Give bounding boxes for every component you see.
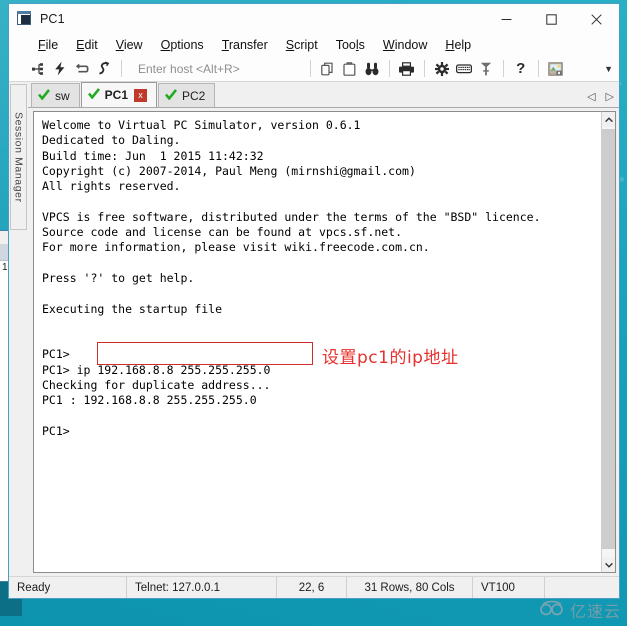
session-manager-sidebar: Session Manager bbox=[9, 82, 28, 576]
cloud-logo-icon bbox=[539, 599, 565, 622]
tab-pc1[interactable]: PC1 x bbox=[80, 82, 158, 107]
terminal-scrollbar[interactable] bbox=[601, 111, 616, 573]
settings-gear-icon[interactable] bbox=[431, 58, 453, 80]
annotation-highlight-box bbox=[97, 342, 313, 365]
session-manager-tab[interactable]: Session Manager bbox=[10, 84, 27, 230]
copy-icon[interactable] bbox=[317, 58, 339, 80]
scrollbar-track[interactable] bbox=[602, 127, 615, 557]
tab-label: PC1 bbox=[104, 88, 129, 102]
toolbar-separator bbox=[309, 60, 311, 77]
scroll-down-arrow-icon[interactable] bbox=[602, 557, 615, 572]
tab-label: PC2 bbox=[182, 88, 206, 103]
window-title: PC1 bbox=[40, 12, 65, 26]
terminal-container: Welcome to Virtual PC Simulator, version… bbox=[28, 108, 619, 576]
terminal-window-icon bbox=[17, 11, 33, 27]
terminal-output: Welcome to Virtual PC Simulator, version… bbox=[42, 118, 541, 438]
status-screen-size: 31 Rows, 80 Cols bbox=[347, 577, 473, 598]
keyboard-icon[interactable] bbox=[453, 58, 475, 80]
toolbar: Enter host <Alt+R> ? ▼ bbox=[9, 56, 619, 82]
tab-pc2[interactable]: PC2 bbox=[158, 83, 216, 107]
terminal-screen[interactable]: Welcome to Virtual PC Simulator, version… bbox=[33, 111, 601, 573]
new-session-icon[interactable] bbox=[27, 58, 49, 80]
status-filler bbox=[545, 577, 619, 598]
status-connection: Telnet: 127.0.0.1 bbox=[127, 577, 277, 598]
menu-item-transfer[interactable]: Transfer bbox=[213, 36, 277, 55]
watermark: 亿速云 bbox=[539, 598, 621, 622]
help-question-icon[interactable]: ? bbox=[510, 58, 532, 80]
tab-next-icon[interactable]: ▷ bbox=[606, 90, 614, 103]
tab-label: sw bbox=[55, 88, 70, 103]
toolbar-separator bbox=[388, 60, 390, 77]
print-icon[interactable] bbox=[396, 58, 418, 80]
status-bar: Ready Telnet: 127.0.0.1 22, 6 31 Rows, 8… bbox=[9, 576, 619, 598]
connected-check-icon bbox=[38, 88, 51, 103]
scroll-up-arrow-icon[interactable] bbox=[602, 112, 615, 127]
watermark-text: 亿速云 bbox=[569, 602, 621, 621]
disconnect-icon[interactable] bbox=[93, 58, 115, 80]
minimize-icon[interactable] bbox=[484, 4, 529, 34]
close-icon[interactable] bbox=[574, 4, 619, 34]
annotation-label: 设置pc1的ip地址 bbox=[322, 348, 459, 368]
tab-prev-icon[interactable]: ◁ bbox=[587, 90, 595, 103]
menu-item-window[interactable]: Window bbox=[374, 36, 436, 55]
menu-item-tools[interactable]: Tools bbox=[327, 36, 374, 55]
session-options-icon[interactable] bbox=[545, 58, 567, 80]
session-manager-label: Session Manager bbox=[12, 111, 25, 203]
menu-item-help[interactable]: Help bbox=[436, 36, 480, 55]
menu-item-file[interactable]: File bbox=[29, 36, 67, 55]
menu-item-script[interactable]: Script bbox=[277, 36, 327, 55]
toolbar-overflow-chevron-icon[interactable]: ▼ bbox=[604, 56, 613, 82]
menu-bar: File Edit View Options Transfer Script T… bbox=[9, 34, 619, 56]
paste-icon[interactable] bbox=[339, 58, 361, 80]
toolbar-separator bbox=[121, 60, 122, 77]
tab-close-icon[interactable]: x bbox=[134, 88, 148, 102]
menu-item-edit[interactable]: Edit bbox=[67, 36, 107, 55]
tab-navigation: ◁ ▷ bbox=[587, 90, 614, 103]
securecrt-window: PC1 File Edit View Options Transfer Scri… bbox=[8, 3, 620, 599]
reconnect-icon[interactable] bbox=[71, 58, 93, 80]
maximize-icon[interactable] bbox=[529, 4, 574, 34]
title-bar[interactable]: PC1 bbox=[9, 4, 619, 34]
host-input[interactable]: Enter host <Alt+R> bbox=[134, 61, 244, 77]
toolbar-separator bbox=[423, 60, 425, 77]
session-area: sw PC1 x PC2 ◁ ▷ Welcome to Virtual PC S… bbox=[28, 82, 619, 576]
window-body: Session Manager sw PC1 x PC2 ◁ ▷ Welcome… bbox=[9, 82, 619, 576]
menu-item-view[interactable]: View bbox=[107, 36, 152, 55]
status-ready: Ready bbox=[9, 577, 127, 598]
menu-item-options[interactable]: Options bbox=[152, 36, 213, 55]
toolbar-separator bbox=[537, 60, 539, 77]
scrollbar-thumb[interactable] bbox=[602, 129, 615, 549]
status-emulation: VT100 bbox=[473, 577, 545, 598]
connected-check-icon bbox=[165, 88, 178, 103]
window-controls bbox=[484, 4, 619, 34]
key-icon[interactable] bbox=[475, 58, 497, 80]
session-tab-strip: sw PC1 x PC2 ◁ ▷ bbox=[28, 82, 619, 108]
connected-check-icon bbox=[87, 88, 100, 102]
quick-connect-icon[interactable] bbox=[49, 58, 71, 80]
find-icon[interactable] bbox=[361, 58, 383, 80]
toolbar-separator bbox=[502, 60, 504, 77]
status-cursor-pos: 22, 6 bbox=[277, 577, 347, 598]
tab-sw[interactable]: sw bbox=[31, 83, 80, 107]
